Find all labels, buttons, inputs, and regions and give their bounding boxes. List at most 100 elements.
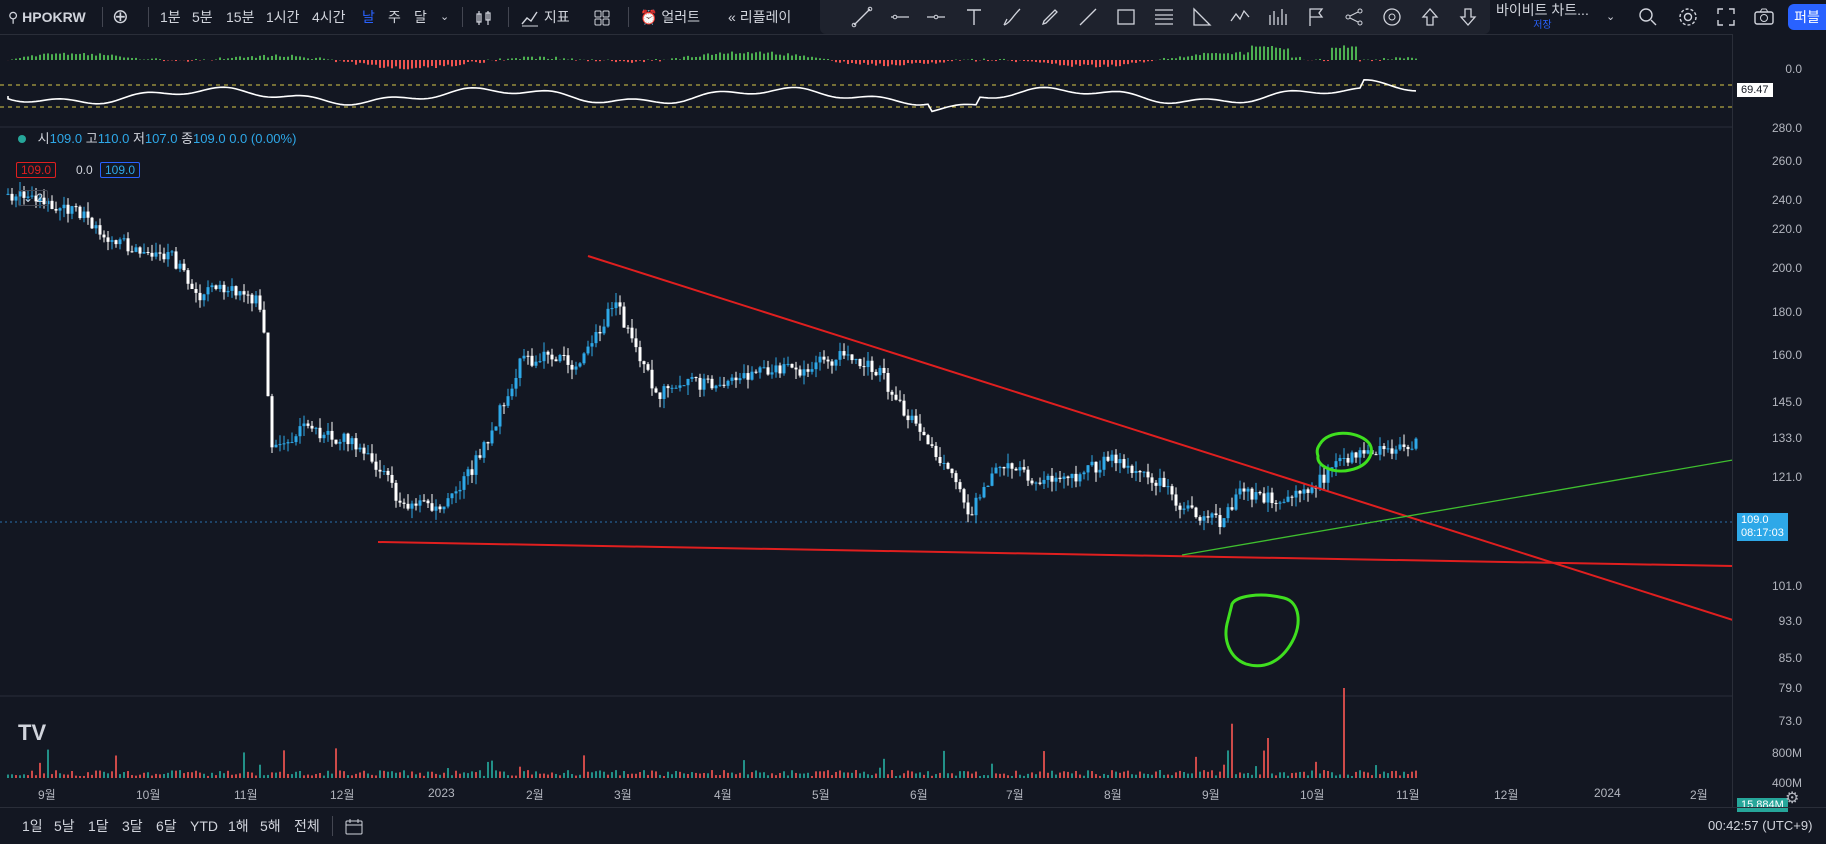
clock-timezone[interactable]: 00:42:57 (UTC+9): [1708, 808, 1812, 844]
interval-5m[interactable]: 5분: [192, 0, 213, 34]
price-chart[interactable]: TV: [0, 34, 1733, 807]
pattern-tool-icon[interactable]: [1228, 5, 1252, 29]
forecast-tool-icon[interactable]: [1266, 5, 1290, 29]
interval-day[interactable]: 날: [362, 0, 375, 34]
volume-bar: [131, 775, 133, 778]
magnet-icon[interactable]: [1380, 5, 1404, 29]
ray-tool-icon[interactable]: [1076, 5, 1100, 29]
trendline-tool-icon[interactable]: [850, 5, 874, 29]
chevron-down-icon[interactable]: ⌄: [1606, 0, 1615, 34]
volume-bar: [967, 771, 969, 778]
range-5d[interactable]: 5날: [54, 808, 75, 844]
volume-highlight-circle[interactable]: [1226, 595, 1298, 666]
pen-tool-icon[interactable]: [1038, 5, 1062, 29]
interval-week[interactable]: 주: [388, 0, 401, 34]
oscillator-bar: [655, 59, 657, 60]
volume-bar: [183, 773, 185, 778]
volume-bar: [851, 773, 853, 778]
candle-body: [787, 364, 790, 365]
candle-body: [395, 483, 398, 501]
interval-15m[interactable]: 15분: [226, 0, 254, 34]
interval-1h[interactable]: 1시간: [266, 0, 300, 34]
zoom-search-icon[interactable]: [1636, 5, 1660, 29]
descending-resistance-trendline[interactable]: [588, 256, 1733, 620]
ask-badge[interactable]: 109.0: [100, 162, 140, 178]
flag-tool-icon[interactable]: [1304, 5, 1328, 29]
candle-type-icon[interactable]: [474, 0, 494, 34]
volume-bar: [647, 775, 649, 778]
interval-1m[interactable]: 1분: [160, 0, 181, 34]
visibility-dot-icon[interactable]: [18, 135, 26, 143]
oscillator-bar: [119, 56, 121, 60]
volume-bar: [863, 772, 865, 778]
camera-icon[interactable]: [1752, 5, 1776, 29]
range-6m[interactable]: 6달: [156, 808, 177, 844]
range-1y[interactable]: 1해: [228, 808, 249, 844]
volume-bar: [311, 775, 313, 778]
range-1m[interactable]: 1달: [88, 808, 109, 844]
volume-bar: [667, 772, 669, 778]
text-tool-icon[interactable]: [962, 5, 986, 29]
candle-body: [819, 357, 822, 363]
volume-bar: [51, 774, 53, 778]
range-1d[interactable]: 1일: [22, 808, 43, 844]
triangle-tool-icon[interactable]: [1190, 5, 1214, 29]
horizontal-line-tool-icon[interactable]: [924, 5, 948, 29]
descending-support-trendline[interactable]: [378, 542, 1733, 566]
volume-bar: [355, 774, 357, 778]
brush-tool-icon[interactable]: [1000, 5, 1024, 29]
axis-settings-gear-icon[interactable]: ⚙: [1785, 788, 1799, 808]
fullscreen-icon[interactable]: [1714, 5, 1738, 29]
oscillator-bar: [743, 53, 745, 60]
collapse-legend-button[interactable]: ⌄ 2: [18, 190, 48, 206]
oscillator-bar: [619, 60, 621, 61]
volume-bar: [1367, 773, 1369, 778]
fib-tool-icon[interactable]: [1152, 5, 1176, 29]
share-icon[interactable]: [1342, 5, 1366, 29]
oscillator-bar: [827, 59, 829, 60]
candle-body: [811, 369, 814, 372]
publish-button[interactable]: 퍼블: [1788, 4, 1826, 30]
chevron-down-icon[interactable]: ⌄: [440, 0, 449, 34]
volume-bar: [375, 775, 377, 778]
replay-button[interactable]: « 리플레이: [728, 0, 791, 34]
candle-body: [223, 285, 226, 292]
candle-body: [851, 354, 854, 360]
oscillator-bar: [815, 58, 817, 60]
volume-bar: [1007, 775, 1009, 778]
horizontal-ray-tool-icon[interactable]: [888, 5, 912, 29]
oscillator-bar: [739, 53, 741, 60]
time-axis[interactable]: 9월10월11월12월20232월3월4월5월6월7월8월9월10월11월12월…: [0, 782, 1733, 806]
ascending-support-trendline[interactable]: [1182, 460, 1733, 555]
rectangle-tool-icon[interactable]: [1114, 5, 1138, 29]
arrow-up-icon[interactable]: [1418, 5, 1442, 29]
candle-body: [83, 212, 86, 219]
alert-button[interactable]: ⏰ 얼러트: [640, 0, 700, 34]
oscillator-bar: [951, 60, 953, 61]
oscillator-bar: [267, 57, 269, 60]
bid-badge[interactable]: 109.0: [16, 162, 56, 178]
add-symbol-icon[interactable]: ⊕: [112, 0, 129, 34]
time-tick: 2월: [526, 786, 544, 803]
layout-grid-icon[interactable]: [592, 0, 612, 34]
interval-4h[interactable]: 4시간: [312, 0, 346, 34]
range-ytd[interactable]: YTD: [190, 808, 218, 844]
indicators-button[interactable]: 지표: [520, 0, 570, 34]
layout-name-button[interactable]: 바이비트 차트... 저장: [1496, 2, 1589, 32]
range-3m[interactable]: 3달: [122, 808, 143, 844]
volume-bar: [219, 771, 221, 778]
price-axis[interactable]: 0.0 69.47 280.0 260.0 240.0 220.0 200.0 …: [1732, 34, 1826, 807]
candle-body: [547, 352, 550, 355]
oscillator-bar: [863, 60, 865, 63]
interval-month[interactable]: 달: [414, 0, 427, 34]
calendar-goto-icon[interactable]: [344, 808, 364, 844]
gear-icon[interactable]: [1676, 5, 1700, 29]
range-5y[interactable]: 5해: [260, 808, 281, 844]
symbol-search-button[interactable]: ⚲ HPOKRW: [8, 0, 86, 34]
arrow-down-icon[interactable]: [1456, 5, 1480, 29]
volume-bar: [283, 750, 285, 778]
candle-body: [899, 400, 902, 401]
oscillator-bar: [855, 60, 857, 64]
range-all[interactable]: 전체: [294, 808, 320, 844]
oscillator-bar: [511, 58, 513, 60]
